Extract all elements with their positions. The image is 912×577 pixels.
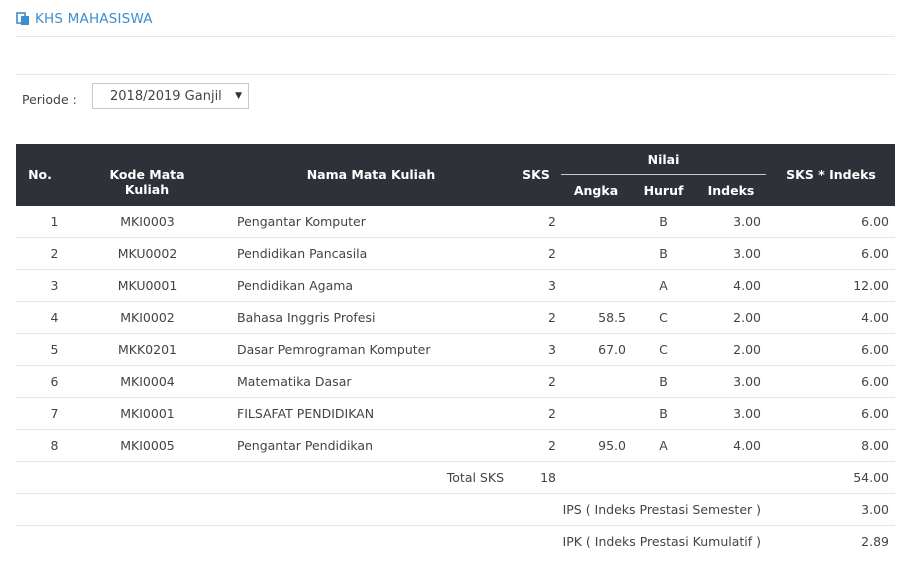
cell-sks: 2 <box>548 310 556 325</box>
cell-indeks: 3.00 <box>733 214 761 229</box>
cell-huruf: C <box>659 342 668 357</box>
divider <box>16 74 895 75</box>
cell-sks: 3 <box>548 278 556 293</box>
cell-nama: FILSAFAT PENDIDIKAN <box>237 406 375 421</box>
caret-down-icon: ▼ <box>235 91 242 101</box>
cell-huruf: B <box>659 246 668 261</box>
ipk-label: IPK ( Indeks Prestasi Kumulatif ) <box>562 534 761 549</box>
page-title: KHS MAHASISWA <box>35 10 153 27</box>
cell-angka: 58.5 <box>598 310 626 325</box>
cell-indeks: 2.00 <box>733 310 761 325</box>
header-nilai: Nilai <box>647 152 680 167</box>
cell-no: 6 <box>50 374 59 389</box>
table-row: 4 MKI0002 Bahasa Inggris Profesi 2 58.5 C 2.00… <box>16 302 895 334</box>
cell-no: 4 <box>50 310 59 325</box>
cell-sks: 2 <box>548 214 556 229</box>
ips-value: 3.00 <box>861 502 889 517</box>
cell-no: 5 <box>50 342 59 357</box>
ips-label: IPS ( Indeks Prestasi Semester ) <box>562 502 761 517</box>
nilai-divider <box>561 174 766 175</box>
cell-huruf: B <box>659 374 668 389</box>
cell-sks: 3 <box>548 342 556 357</box>
ipk-value: 2.89 <box>861 534 889 549</box>
cell-angka: 95.0 <box>598 438 626 453</box>
cell-sks-indeks: 4.00 <box>861 310 889 325</box>
cell-indeks: 3.00 <box>733 374 761 389</box>
periode-label: Periode : <box>22 92 77 107</box>
cell-kode: MKI0005 <box>120 438 175 453</box>
ipk-row: IPK ( Indeks Prestasi Kumulatif ) 2.89 <box>16 526 895 557</box>
cell-indeks: 2.00 <box>733 342 761 357</box>
cell-nama: Matematika Dasar <box>237 374 352 389</box>
cell-kode: MKI0003 <box>120 214 175 229</box>
header-kode: Kode Mata Kuliah <box>109 167 185 197</box>
cell-sks-indeks: 6.00 <box>861 374 889 389</box>
cell-kode: MKU0001 <box>117 278 178 293</box>
cell-nama: Pendidikan Pancasila <box>237 246 368 261</box>
cell-sks-indeks: 6.00 <box>861 406 889 421</box>
table-row: 8 MKI0005 Pengantar Pendidikan 2 95.0 A 4.00 8.… <box>16 430 895 462</box>
cell-nama: Pengantar Pendidikan <box>237 438 374 453</box>
header-sks: SKS <box>522 167 550 182</box>
periode-select[interactable]: 2018/2019 Ganjil ▼ <box>92 83 249 109</box>
cell-huruf: A <box>659 278 668 293</box>
cell-indeks: 3.00 <box>733 246 761 261</box>
cell-indeks: 3.00 <box>733 406 761 421</box>
cell-huruf: A <box>659 438 668 453</box>
cell-sks-indeks: 6.00 <box>861 246 889 261</box>
header-nama: Nama Mata Kuliah <box>306 167 436 182</box>
cell-no: 2 <box>50 246 59 261</box>
cell-sks-indeks: 8.00 <box>861 438 889 453</box>
table-row: 7 MKI0001 FILSAFAT PENDIDIKAN 2 B 3.00 6.00 <box>16 398 895 430</box>
total-sks-value: 18 <box>540 470 556 485</box>
cell-sks: 2 <box>548 374 556 389</box>
document-copy-icon <box>16 11 29 25</box>
header-indeks: Indeks <box>707 183 755 198</box>
ips-row: IPS ( Indeks Prestasi Semester ) 3.00 <box>16 494 895 526</box>
cell-huruf: C <box>659 310 668 325</box>
cell-angka: 67.0 <box>598 342 626 357</box>
cell-sks: 2 <box>548 406 556 421</box>
cell-indeks: 4.00 <box>733 278 761 293</box>
table-row: 2 MKU0002 Pendidikan Pancasila 2 B 3.00 6.00 <box>16 238 895 270</box>
cell-kode: MKI0002 <box>120 310 175 325</box>
cell-sks-indeks: 6.00 <box>861 342 889 357</box>
cell-no: 1 <box>50 214 59 229</box>
header-sks-indeks: SKS * Indeks <box>786 167 876 182</box>
cell-kode: MKK0201 <box>118 342 177 357</box>
table-header: No. Kode Mata Kuliah Nama Mata Kuliah SK… <box>16 144 895 206</box>
cell-nama: Dasar Pemrograman Komputer <box>237 342 431 357</box>
cell-kode: MKU0002 <box>117 246 178 261</box>
periode-selected-value: 2018/2019 Ganjil <box>110 88 222 104</box>
khs-table: No. Kode Mata Kuliah Nama Mata Kuliah SK… <box>16 144 895 557</box>
total-sks-row: Total SKS 18 54.00 <box>16 462 895 494</box>
cell-sks-indeks: 12.00 <box>853 278 889 293</box>
cell-sks-indeks: 6.00 <box>861 214 889 229</box>
total-sks-indeks-value: 54.00 <box>853 470 889 485</box>
cell-no: 7 <box>50 406 59 421</box>
table-row: 1 MKI0003 Pengantar Komputer 2 B 3.00 6.00 <box>16 206 895 238</box>
cell-indeks: 4.00 <box>733 438 761 453</box>
cell-kode: MKI0004 <box>120 374 175 389</box>
cell-no: 3 <box>50 278 59 293</box>
cell-sks: 2 <box>548 246 556 261</box>
header-huruf: Huruf <box>643 183 684 198</box>
cell-huruf: B <box>659 406 668 421</box>
total-sks-label: Total SKS <box>446 470 504 485</box>
table-row: 5 MKK0201 Dasar Pemrograman Komputer 3 67.0 C… <box>16 334 895 366</box>
page-header: KHS MAHASISWA <box>16 7 895 37</box>
cell-nama: Pendidikan Agama <box>237 278 354 293</box>
cell-no: 8 <box>50 438 59 453</box>
cell-huruf: B <box>659 214 668 229</box>
table-body: 1 MKI0003 Pengantar Komputer 2 B 3.00 6.00 2 MKU… <box>16 206 895 462</box>
cell-nama: Pengantar Komputer <box>237 214 366 229</box>
cell-sks: 2 <box>548 438 556 453</box>
table-row: 3 MKU0001 Pendidikan Agama 3 A 4.00 12.00 <box>16 270 895 302</box>
cell-nama: Bahasa Inggris Profesi <box>237 310 376 325</box>
cell-kode: MKI0001 <box>120 406 175 421</box>
table-row: 6 MKI0004 Matematika Dasar 2 B 3.00 6.00 <box>16 366 895 398</box>
header-angka: Angka <box>573 183 619 198</box>
header-no: No. <box>28 167 52 182</box>
